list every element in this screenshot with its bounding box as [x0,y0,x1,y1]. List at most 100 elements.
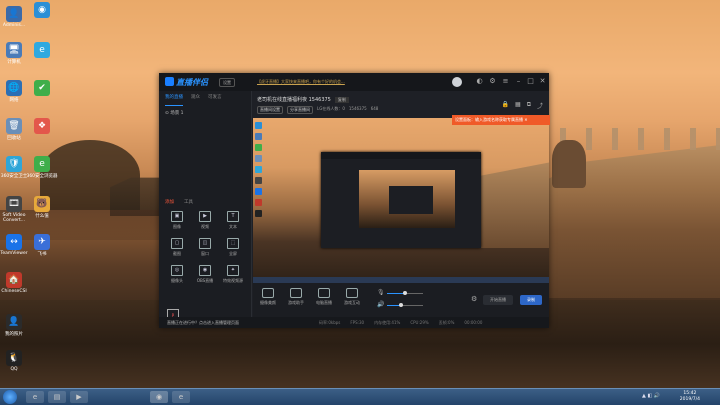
room-title-text: 老司机在线直播福利夜 1546375 [257,97,331,103]
browser-taskbar-icon[interactable]: e [172,391,190,403]
interaction-icon [346,288,358,298]
record-button[interactable]: 录制 [520,295,542,305]
speaker-icon[interactable]: 🔊 [377,301,384,308]
ie-taskbar-icon[interactable]: e [26,391,44,403]
tab-tools[interactable]: 工具 [184,199,193,205]
desktop-col2-icon-5[interactable]: 🐻 什么值 [22,196,62,219]
desktop-col2-icon-1[interactable]: e [22,42,62,59]
avatar[interactable] [452,77,462,87]
menu-icon[interactable]: ≡ [501,77,510,86]
speaker-volume-slider[interactable] [387,303,423,307]
source-item-5[interactable]: ⬚ 全屏 [219,238,247,257]
desktop-col2-icon-4[interactable]: e 360安全浏览器 [22,156,62,179]
scene-item[interactable]: ⊙ 场景 1 [165,110,245,116]
settings-tag[interactable]: 设置 [219,78,235,87]
source-label: 截图 [173,251,181,256]
source-item-4[interactable]: ◫ 窗口 [191,238,219,257]
clock[interactable]: 15:42 2019/7/4 [680,391,700,403]
speaker-volume-knob[interactable] [399,303,403,307]
desktop-col2-icon-0[interactable]: ◉ [22,2,62,19]
copy-button[interactable]: 复制 [334,97,349,103]
desktop-icon-label: Adminis... [2,23,26,28]
desktop-col2-icon-6[interactable]: ✈ 飞书 [22,234,62,257]
interaction-button[interactable]: 游戏互动 [339,288,365,306]
notification-text: 设置面板：输入游戏名称获取专属直播 [455,117,523,122]
desktop-app-icon: 🛡 [6,156,22,172]
desktop-app-icon: 🎞 [6,196,22,212]
desktop-app-icon: 👤 [6,314,22,330]
game-helper-button[interactable]: 游戏助手 [283,288,309,306]
pc-live-button[interactable]: 电脑直播 [311,288,337,306]
live-app-taskbar-icon[interactable]: ◉ [150,391,168,403]
desktop-app-icon: ↔ [6,234,22,250]
desktop-col2-icon-2[interactable]: ✔ [22,80,62,97]
folder-taskbar-icon[interactable]: ▤ [48,391,66,403]
room-settings-button[interactable]: 直播间设置 [257,106,283,114]
monitor-icon [318,288,330,298]
source-icon: ◎ [171,265,183,276]
desktop-icon-8[interactable]: 👤 我的照片 [0,314,34,337]
interaction-label: 游戏互动 [344,300,360,305]
tab-my-live[interactable]: 我的直播 [165,94,183,106]
tab-audience[interactable]: 观众 [191,94,200,106]
beauty-label: 摄像美颜 [260,300,276,305]
gift-icon[interactable]: ▦ [515,101,521,110]
app-logo: 直播伴侣 [165,77,215,87]
beauty-button[interactable]: 摄像美颜 [255,288,281,306]
start-button[interactable] [3,390,17,404]
preview-desktop-icons [255,122,265,221]
desktop-app-icon: 🌐 [6,80,22,96]
source-item-6[interactable]: ◎ 摄像头 [163,265,191,284]
tab-add[interactable]: 添加 [165,199,174,205]
share-room-button[interactable]: 分享直播间 [287,106,313,114]
desktop-app-icon: e [34,42,50,58]
source-item-2[interactable]: T 文本 [219,211,247,230]
tab-speakers[interactable]: 可发言 [208,94,222,106]
source-label: 窗口 [201,251,209,256]
mic-volume-knob[interactable] [403,291,407,295]
lock-icon[interactable]: 🔒 [502,101,509,110]
tray-icons[interactable]: ▲ ◧ 🔊 [642,393,660,399]
skin-icon[interactable]: ◐ [475,77,484,86]
settings-icon[interactable]: ⚙ [488,77,497,86]
source-item-0[interactable]: ▣ 图像 [163,211,191,230]
helper-icon [290,288,302,298]
left-tabs: 我的直播 观众 可发言 [159,91,251,106]
source-item-8[interactable]: ✦ 特效视频源 [219,265,247,284]
notice-link[interactable]: 【虎牙直播】大家快来直播吧，你有个好的机会... [257,79,345,85]
minimize-icon[interactable]: – [514,77,523,86]
notification-banner[interactable]: 设置面板：输入游戏名称获取专属直播 ✕ [452,115,550,125]
source-item-3[interactable]: ▢ 截图 [163,238,191,257]
mic-icon[interactable]: 🎙 [377,289,385,296]
share-icon[interactable]: ⤴ [537,101,543,110]
desktop-app-icon: ❖ [34,118,50,134]
desktop-icon-label: 飞书 [37,252,47,257]
live-preview[interactable] [253,118,549,283]
maximize-icon[interactable]: □ [526,77,535,86]
bottom-bar: 摄像美颜 游戏助手 电脑直播 游戏互动 🎙 🔊 ⚙ 开始直播 录制 [253,283,549,317]
desktop-icon-9[interactable]: 🐧 QQ [0,350,34,372]
source-item-1[interactable]: ▶ 视频 [191,211,219,230]
desktop-icon-label: 回收站 [7,136,21,141]
status-message[interactable]: 直播正在进行中？点击进入直播管理页面 [167,320,239,326]
desktop-icon-7[interactable]: 🏠 ChineseCSI [0,272,34,294]
source-label: 文本 [229,224,237,229]
close-icon[interactable]: ✕ [538,77,547,86]
start-live-button[interactable]: 开始直播 [483,295,513,305]
desktop-app-icon: ◉ [34,2,50,18]
online-count: LG在线人数：0 [317,106,345,111]
source-label: 图像 [173,224,181,229]
source-item-7[interactable]: ◉ OBS直播 [191,265,219,284]
copy-icon[interactable]: ⧉ [527,101,531,110]
preview-window [321,152,481,248]
status-stat: 码率:0kbps [319,320,341,325]
desktop-col2-icon-3[interactable]: ❖ [22,118,62,135]
settings-gear-icon[interactable]: ⚙ [471,295,477,303]
source-label: 全屏 [229,251,237,256]
mic-volume-slider[interactable] [387,291,423,295]
title-bar[interactable]: 直播伴侣 设置 【虎牙直播】大家快来直播吧，你有个好的机会... ◐ ⚙ ≡ –… [159,73,549,91]
room-id: 1546375 [348,106,367,111]
source-label: 特效视频源 [223,278,243,283]
desktop-app-icon: ✈ [34,234,50,250]
player-taskbar-icon[interactable]: ▶ [70,391,88,403]
